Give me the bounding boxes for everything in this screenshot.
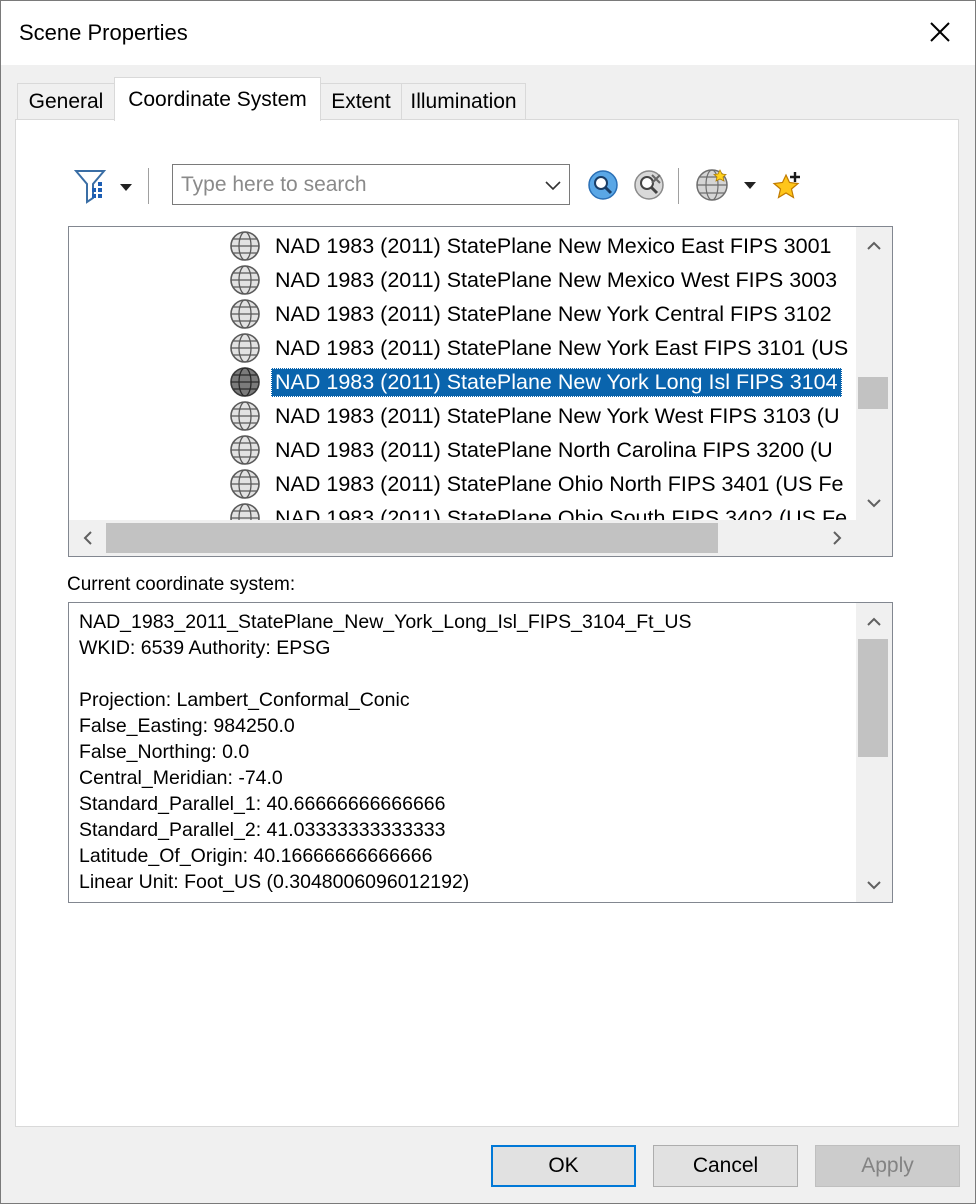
add-favorite-button[interactable] <box>770 168 804 204</box>
ok-button[interactable]: OK <box>491 1145 636 1187</box>
tree-item-selected[interactable]: NAD 1983 (2011) StatePlane New York Long… <box>229 365 842 399</box>
scroll-left-button[interactable] <box>73 523 103 553</box>
scroll-up-button[interactable] <box>859 607 889 637</box>
details-line <box>79 661 849 687</box>
tree-item[interactable]: NAD 1983 (2011) StatePlane New Mexico We… <box>229 263 841 297</box>
title-bar: Scene Properties <box>1 1 975 65</box>
details-line: Standard_Parallel_1: 40.66666666666666 <box>79 793 446 815</box>
search-box[interactable] <box>172 164 570 205</box>
toolbar-separator <box>148 168 149 204</box>
scroll-up-button[interactable] <box>859 231 889 261</box>
tab-illumination[interactable]: Illumination <box>401 83 526 120</box>
details-text: NAD_1983_2011_StatePlane_New_York_Long_I… <box>79 609 849 895</box>
tree-item[interactable]: NAD 1983 (2011) StatePlane Ohio South FI… <box>229 501 851 520</box>
tab-general[interactable]: General <box>17 83 115 120</box>
clear-search-icon <box>634 170 664 200</box>
tree-item-label: NAD 1983 (2011) StatePlane New York Cent… <box>275 301 832 326</box>
tab-extent[interactable]: Extent <box>320 83 402 120</box>
details-line: WKID: 6539 Authority: EPSG <box>79 637 331 659</box>
search-button[interactable] <box>586 168 620 202</box>
tree-item[interactable]: NAD 1983 (2011) StatePlane New York East… <box>229 331 852 365</box>
window-title: Scene Properties <box>19 20 188 45</box>
chevron-down-icon <box>867 499 881 508</box>
close-icon <box>930 22 950 42</box>
globe-icon <box>230 435 260 465</box>
filter-icon <box>74 170 132 204</box>
chevron-left-icon <box>83 531 92 545</box>
globe-icon <box>230 367 260 397</box>
cancel-button[interactable]: Cancel <box>653 1145 798 1187</box>
globe-icon <box>230 469 260 499</box>
tree-item[interactable]: NAD 1983 (2011) StatePlane North Carolin… <box>229 433 837 467</box>
tree-horizontal-scrollbar[interactable] <box>69 520 892 556</box>
chevron-up-icon <box>867 241 881 250</box>
scrollbar-corner <box>856 520 892 556</box>
scroll-down-button[interactable] <box>859 870 889 900</box>
tree-vertical-scrollbar[interactable] <box>856 227 892 520</box>
current-coordinate-system-details[interactable]: NAD_1983_2011_StatePlane_New_York_Long_I… <box>68 602 893 903</box>
close-button[interactable] <box>905 1 975 63</box>
details-vertical-scrollbar[interactable] <box>856 603 892 902</box>
tree-item[interactable]: NAD 1983 (2011) StatePlane Ohio North FI… <box>229 467 847 501</box>
tree-item-label: NAD 1983 (2011) StatePlane New Mexico We… <box>275 267 838 292</box>
globe-icon <box>230 333 260 363</box>
toolbar-separator <box>678 168 679 204</box>
details-line: Standard_Parallel_2: 41.03333333333333 <box>79 819 446 841</box>
details-line: Projection: Lambert_Conformal_Conic <box>79 689 410 711</box>
globe-icon <box>230 401 260 431</box>
tree-item-label: NAD 1983 (2011) StatePlane New Mexico Ea… <box>275 233 832 258</box>
coordinate-system-panel: NAD 1983 (2011) StatePlane New Mexico Ea… <box>15 119 959 1127</box>
globe-icon <box>230 265 260 295</box>
tree-item[interactable]: NAD 1983 (2011) StatePlane New York Cent… <box>229 297 836 331</box>
tree-item-label: NAD 1983 (2011) StatePlane Ohio North FI… <box>275 471 844 496</box>
chevron-right-icon <box>833 531 842 545</box>
scene-properties-dialog: Scene Properties General Coordinate Syst… <box>0 0 976 1204</box>
scroll-thumb[interactable] <box>858 377 888 409</box>
details-line: Linear Unit: Foot_US (0.3048006096012192… <box>79 871 470 893</box>
tree-item-label: NAD 1983 (2011) StatePlane New York Long… <box>271 367 842 397</box>
search-icon <box>588 170 618 200</box>
details-line: False_Easting: 984250.0 <box>79 715 295 737</box>
tree-item-label: NAD 1983 (2011) StatePlane New York West… <box>275 403 840 428</box>
details-line: False_Northing: 0.0 <box>79 741 250 763</box>
search-input[interactable] <box>181 171 531 199</box>
scroll-thumb[interactable] <box>858 639 888 757</box>
filter-dropdown-button[interactable] <box>74 168 138 204</box>
globe-icon <box>696 169 756 201</box>
scroll-thumb[interactable] <box>106 523 718 553</box>
current-coordinate-system-label: Current coordinate system: <box>67 574 296 595</box>
favorite-star-icon <box>772 172 800 199</box>
chevron-down-icon <box>867 881 881 890</box>
globe-icon <box>230 503 260 520</box>
add-coordinate-system-dropdown[interactable] <box>694 166 762 204</box>
chevron-up-icon <box>867 617 881 626</box>
scroll-down-button[interactable] <box>859 488 889 518</box>
apply-button[interactable]: Apply <box>815 1145 960 1187</box>
tree-item-label: NAD 1983 (2011) StatePlane North Carolin… <box>275 437 833 462</box>
tree-item-label: NAD 1983 (2011) StatePlane New York East… <box>275 335 849 360</box>
tree-viewport: NAD 1983 (2011) StatePlane New Mexico Ea… <box>69 227 856 520</box>
tree-item[interactable]: NAD 1983 (2011) StatePlane New York West… <box>229 399 843 433</box>
chevron-down-icon[interactable] <box>543 175 563 195</box>
tree-item-label: NAD 1983 (2011) StatePlane Ohio South FI… <box>275 505 848 521</box>
scroll-right-button[interactable] <box>822 523 852 553</box>
tab-coordinate-system[interactable]: Coordinate System <box>114 77 321 121</box>
clear-search-button[interactable] <box>632 168 666 202</box>
coordinate-system-tree[interactable]: NAD 1983 (2011) StatePlane New Mexico Ea… <box>68 226 893 557</box>
globe-icon <box>230 231 260 261</box>
details-line: Central_Meridian: -74.0 <box>79 767 283 789</box>
details-line: Latitude_Of_Origin: 40.16666666666666 <box>79 845 433 867</box>
details-line: NAD_1983_2011_StatePlane_New_York_Long_I… <box>79 611 692 633</box>
tree-item[interactable]: NAD 1983 (2011) StatePlane New Mexico Ea… <box>229 229 836 263</box>
globe-icon <box>230 299 260 329</box>
